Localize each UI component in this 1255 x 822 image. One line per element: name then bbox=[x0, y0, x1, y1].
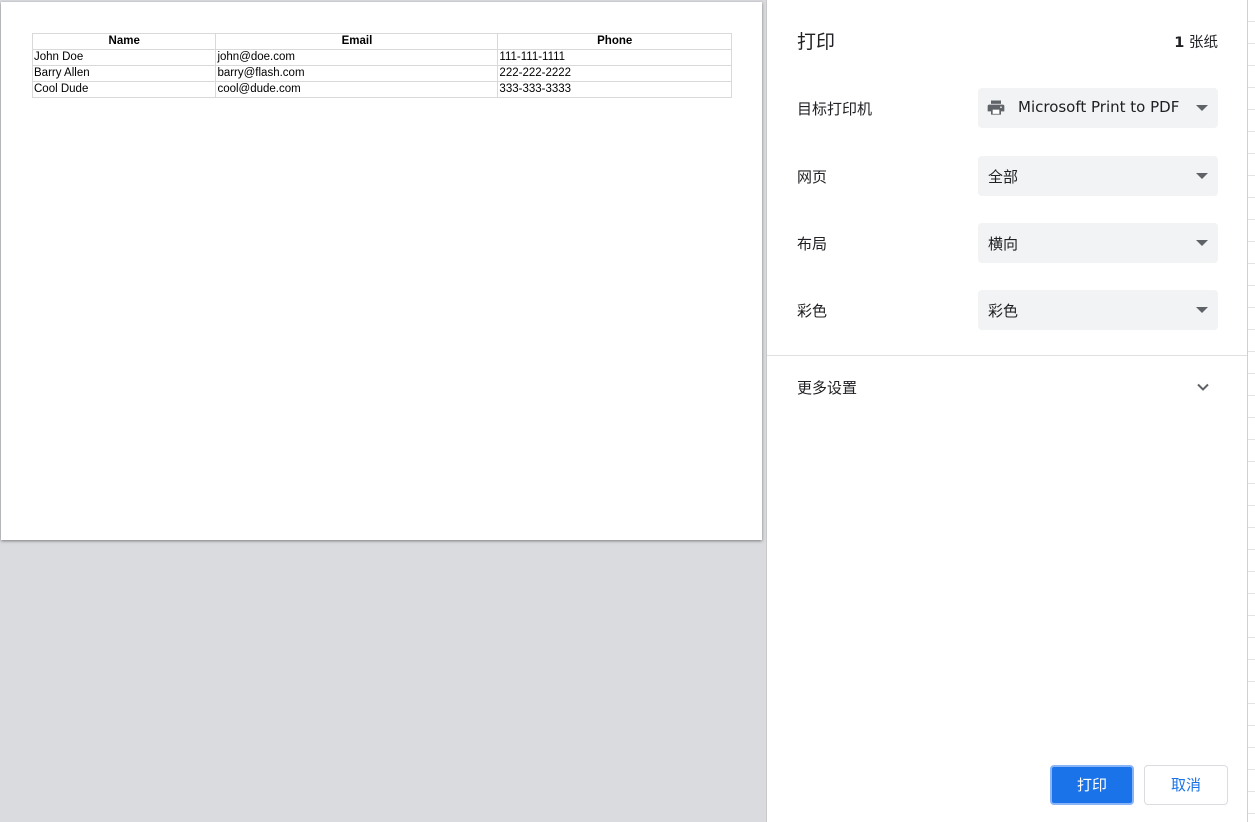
panel-title: 打印 bbox=[797, 31, 836, 53]
color-label: 彩色 bbox=[797, 302, 828, 320]
layout-label: 布局 bbox=[797, 235, 828, 253]
print-button[interactable]: 打印 bbox=[1050, 765, 1134, 805]
layout-value: 横向 bbox=[988, 235, 1019, 253]
cell-name: Cool Dude bbox=[31, 81, 217, 98]
more-settings-label: 更多设置 bbox=[797, 379, 858, 397]
pages-label: 网页 bbox=[797, 168, 828, 186]
column-header-name: Name bbox=[31, 33, 217, 50]
color-value: 彩色 bbox=[988, 302, 1019, 320]
dropdown-arrow-icon bbox=[1196, 307, 1208, 313]
preview-page: Name Email Phone John Doe john@doe.com 1… bbox=[1, 2, 762, 540]
chevron-down-icon bbox=[1197, 383, 1209, 391]
destination-label: 目标打印机 bbox=[797, 100, 873, 118]
preview-table: Name Email Phone John Doe john@doe.com 1… bbox=[31, 33, 732, 98]
cell-name: Barry Allen bbox=[31, 65, 217, 82]
color-row: 彩色 彩色 bbox=[797, 290, 1218, 330]
sheet-count-number: 1 bbox=[1174, 35, 1185, 51]
table-header-row: Name Email Phone bbox=[31, 33, 732, 50]
cell-email: john@doe.com bbox=[215, 49, 499, 66]
layout-row: 布局 横向 bbox=[797, 223, 1218, 263]
column-header-email: Email bbox=[215, 33, 499, 50]
dropdown-arrow-icon bbox=[1196, 173, 1208, 179]
table-row: Barry Allen barry@flash.com 222-222-2222 bbox=[31, 65, 732, 82]
destination-row: 目标打印机 Microsoft Print to PDF bbox=[797, 88, 1218, 128]
cell-phone: 111-111-1111 bbox=[497, 49, 732, 66]
cell-email: cool@dude.com bbox=[215, 81, 499, 98]
pages-row: 网页 全部 bbox=[797, 156, 1218, 196]
destination-select[interactable]: Microsoft Print to PDF bbox=[978, 88, 1218, 128]
more-settings-toggle[interactable]: 更多设置 bbox=[767, 366, 1248, 408]
table-row: John Doe john@doe.com 111-111-1111 bbox=[31, 49, 732, 66]
column-header-phone: Phone bbox=[497, 33, 732, 50]
printer-icon bbox=[987, 100, 1005, 115]
pages-select[interactable]: 全部 bbox=[978, 156, 1218, 196]
cell-email: barry@flash.com bbox=[215, 65, 499, 82]
cancel-button[interactable]: 取消 bbox=[1144, 765, 1228, 805]
print-dialog: Name Email Phone John Doe john@doe.com 1… bbox=[0, 0, 1255, 822]
layout-select[interactable]: 横向 bbox=[978, 223, 1218, 263]
destination-value: Microsoft Print to PDF bbox=[1018, 98, 1180, 116]
divider bbox=[767, 355, 1248, 356]
color-select[interactable]: 彩色 bbox=[978, 290, 1218, 330]
cell-phone: 222-222-2222 bbox=[497, 65, 732, 82]
sheet-count: 1 张纸 bbox=[1174, 31, 1218, 52]
background-window-edge bbox=[1247, 0, 1255, 822]
cell-phone: 333-333-3333 bbox=[497, 81, 732, 98]
pages-value: 全部 bbox=[988, 168, 1019, 186]
cell-name: John Doe bbox=[31, 49, 217, 66]
dropdown-arrow-icon bbox=[1196, 240, 1208, 246]
dropdown-arrow-icon bbox=[1196, 105, 1208, 111]
print-settings-panel: 打印 1 张纸 目标打印机 Microsoft Print to PDF 网页 … bbox=[766, 0, 1248, 822]
table-row: Cool Dude cool@dude.com 333-333-3333 bbox=[31, 81, 732, 98]
sheet-count-unit: 张纸 bbox=[1189, 35, 1218, 51]
print-preview-area: Name Email Phone John Doe john@doe.com 1… bbox=[0, 0, 766, 822]
